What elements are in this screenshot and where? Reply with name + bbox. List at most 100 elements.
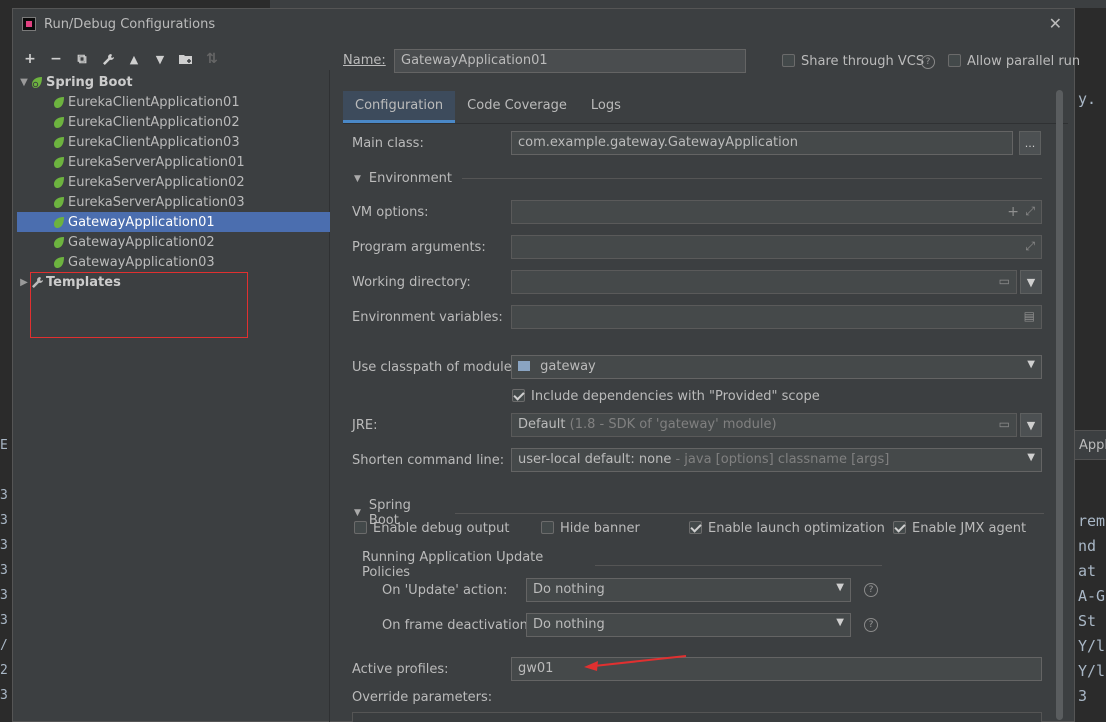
intellij-app-icon bbox=[22, 17, 36, 31]
working-directory-dropdown[interactable]: ▼ bbox=[1020, 270, 1042, 294]
main-class-input[interactable]: com.example.gateway.GatewayApplication bbox=[511, 131, 1013, 155]
vm-options-input[interactable]: + ⤢ bbox=[511, 200, 1042, 224]
jmx-agent-checkbox[interactable] bbox=[893, 521, 906, 534]
debug-output-label: Enable debug output bbox=[373, 521, 510, 536]
tree-item-label: EurekaClientApplication01 bbox=[68, 94, 240, 110]
remove-icon[interactable]: − bbox=[47, 50, 65, 68]
override-parameters-label: Override parameters: bbox=[352, 690, 493, 705]
bg-left-glyph: 2 bbox=[0, 663, 8, 678]
spring-boot-run-icon bbox=[53, 236, 66, 249]
dialog-titlebar[interactable]: Run/Debug Configurations ✕ bbox=[13, 9, 1074, 39]
chevron-down-icon: ▼ bbox=[836, 617, 844, 628]
bg-left-glyph: 3 bbox=[0, 588, 8, 603]
shorten-hint: - java [options] classname [args] bbox=[675, 452, 890, 467]
copy-icon[interactable]: ⧉ bbox=[73, 50, 91, 68]
browse-main-class-button[interactable]: ... bbox=[1019, 131, 1041, 155]
folder-icon[interactable]: ▭ bbox=[999, 417, 1010, 431]
tree-item[interactable]: GatewayApplication02 bbox=[17, 232, 330, 252]
jre-select[interactable]: Default (1.8 - SDK of 'gateway' module) … bbox=[511, 413, 1017, 437]
jre-dropdown[interactable]: ▼ bbox=[1020, 413, 1042, 437]
tree-group-label: Spring Boot bbox=[46, 74, 133, 90]
expand-arrow-icon[interactable]: ▼ bbox=[17, 77, 31, 88]
bg-left-glyph: E bbox=[0, 438, 8, 453]
tree-item[interactable]: EurekaServerApplication03 bbox=[17, 192, 330, 212]
tab-code-coverage[interactable]: Code Coverage bbox=[455, 91, 579, 123]
add-icon[interactable]: + bbox=[21, 50, 39, 68]
launch-optimization-option[interactable]: Enable launch optimization bbox=[689, 521, 885, 536]
hide-banner-option[interactable]: Hide banner bbox=[541, 521, 640, 536]
on-update-label: On 'Update' action: bbox=[382, 583, 508, 598]
share-vcs-option[interactable]: Share through VCS bbox=[782, 54, 924, 69]
hide-banner-checkbox[interactable] bbox=[541, 521, 554, 534]
tree-item[interactable]: EurekaServerApplication02 bbox=[17, 172, 330, 192]
jmx-agent-option[interactable]: Enable JMX agent bbox=[893, 521, 1026, 536]
section-divider bbox=[595, 564, 882, 566]
wrench-icon[interactable] bbox=[99, 50, 117, 68]
tree-group-spring-boot[interactable]: ▼ Spring Boot bbox=[17, 72, 330, 92]
tree-item-label: GatewayApplication03 bbox=[68, 254, 215, 270]
move-up-icon[interactable]: ▲ bbox=[125, 50, 143, 68]
new-folder-icon[interactable] bbox=[177, 50, 195, 68]
close-icon[interactable]: ✕ bbox=[1049, 14, 1062, 33]
include-deps-checkbox[interactable] bbox=[512, 389, 525, 402]
override-parameters-table[interactable] bbox=[352, 712, 1042, 722]
classpath-module-label: Use classpath of module: bbox=[352, 360, 517, 375]
on-frame-deactivation-select[interactable]: Do nothing ▼ bbox=[526, 613, 851, 637]
environment-section-header[interactable]: ▼ Environment bbox=[354, 171, 1044, 186]
section-collapse-icon[interactable]: ▼ bbox=[354, 174, 361, 184]
tab-configuration[interactable]: Configuration bbox=[343, 91, 456, 123]
program-arguments-input[interactable]: ⤢ bbox=[511, 235, 1042, 259]
environment-section-title: Environment bbox=[368, 171, 452, 186]
scrollbar-thumb[interactable] bbox=[1056, 90, 1063, 720]
allow-parallel-option[interactable]: Allow parallel run bbox=[948, 54, 1080, 69]
on-frame-deactivation-value: Do nothing bbox=[533, 617, 605, 632]
help-icon[interactable]: ? bbox=[921, 55, 935, 69]
help-icon[interactable]: ? bbox=[864, 583, 878, 597]
vertical-scrollbar[interactable] bbox=[1056, 84, 1064, 722]
allow-parallel-checkbox[interactable] bbox=[948, 54, 961, 67]
shorten-command-line-select[interactable]: user-local default: none - java [options… bbox=[511, 448, 1042, 472]
sort-icon[interactable]: ⇅ bbox=[203, 50, 221, 68]
on-frame-deactivation-label: On frame deactivation: bbox=[382, 618, 533, 633]
classpath-module-select[interactable]: gateway ▼ bbox=[511, 355, 1042, 379]
tree-item[interactable]: EurekaClientApplication03 bbox=[17, 132, 330, 152]
bg-code-line: nd bbox=[1078, 537, 1097, 555]
move-down-icon[interactable]: ▼ bbox=[151, 50, 169, 68]
tree-item[interactable]: GatewayApplication03 bbox=[17, 252, 330, 272]
debug-output-option[interactable]: Enable debug output bbox=[354, 521, 509, 536]
chevron-down-icon: ▼ bbox=[1027, 359, 1035, 370]
add-icon[interactable]: + bbox=[1007, 204, 1019, 220]
tree-item[interactable]: EurekaServerApplication01 bbox=[17, 152, 330, 172]
tree-item-label: EurekaServerApplication03 bbox=[68, 194, 245, 210]
working-directory-input[interactable]: ▭ bbox=[511, 270, 1017, 294]
tab-logs[interactable]: Logs bbox=[579, 91, 633, 123]
expand-icon[interactable]: ⤢ bbox=[1025, 204, 1035, 219]
on-update-select[interactable]: Do nothing ▼ bbox=[526, 578, 851, 602]
tree-item-selected[interactable]: GatewayApplication01 bbox=[17, 212, 330, 232]
help-icon[interactable]: ? bbox=[864, 618, 878, 632]
folder-icon[interactable]: ▭ bbox=[999, 274, 1010, 288]
bg-editor-tab[interactable]: Appli bbox=[1075, 430, 1106, 460]
tree-group-templates[interactable]: ▶ Templates bbox=[17, 272, 330, 292]
allow-parallel-label: Allow parallel run bbox=[967, 54, 1081, 69]
expand-icon[interactable]: ⤢ bbox=[1025, 239, 1035, 254]
share-vcs-checkbox[interactable] bbox=[782, 54, 795, 67]
edit-list-icon[interactable]: ▤ bbox=[1024, 309, 1035, 323]
jmx-agent-label: Enable JMX agent bbox=[912, 521, 1027, 536]
hide-banner-label: Hide banner bbox=[560, 521, 640, 536]
tree-item[interactable]: EurekaClientApplication02 bbox=[17, 112, 330, 132]
environment-variables-input[interactable]: ▤ bbox=[511, 305, 1042, 329]
section-collapse-icon[interactable]: ▼ bbox=[354, 508, 361, 518]
name-input[interactable]: GatewayApplication01 bbox=[394, 49, 746, 73]
launch-optimization-checkbox[interactable] bbox=[689, 521, 702, 534]
collapse-arrow-icon[interactable]: ▶ bbox=[17, 277, 31, 288]
bg-code-line: Y/l bbox=[1078, 662, 1106, 680]
spring-boot-run-icon bbox=[53, 96, 66, 109]
bg-left-glyph: 3 bbox=[0, 688, 8, 703]
bg-left-glyph: 3 bbox=[0, 488, 8, 503]
spring-boot-run-icon bbox=[53, 156, 66, 169]
bg-left-glyph: / bbox=[0, 638, 8, 653]
tree-item[interactable]: EurekaClientApplication01 bbox=[17, 92, 330, 112]
include-deps-option[interactable]: Include dependencies with "Provided" sco… bbox=[512, 389, 820, 404]
debug-output-checkbox[interactable] bbox=[354, 521, 367, 534]
